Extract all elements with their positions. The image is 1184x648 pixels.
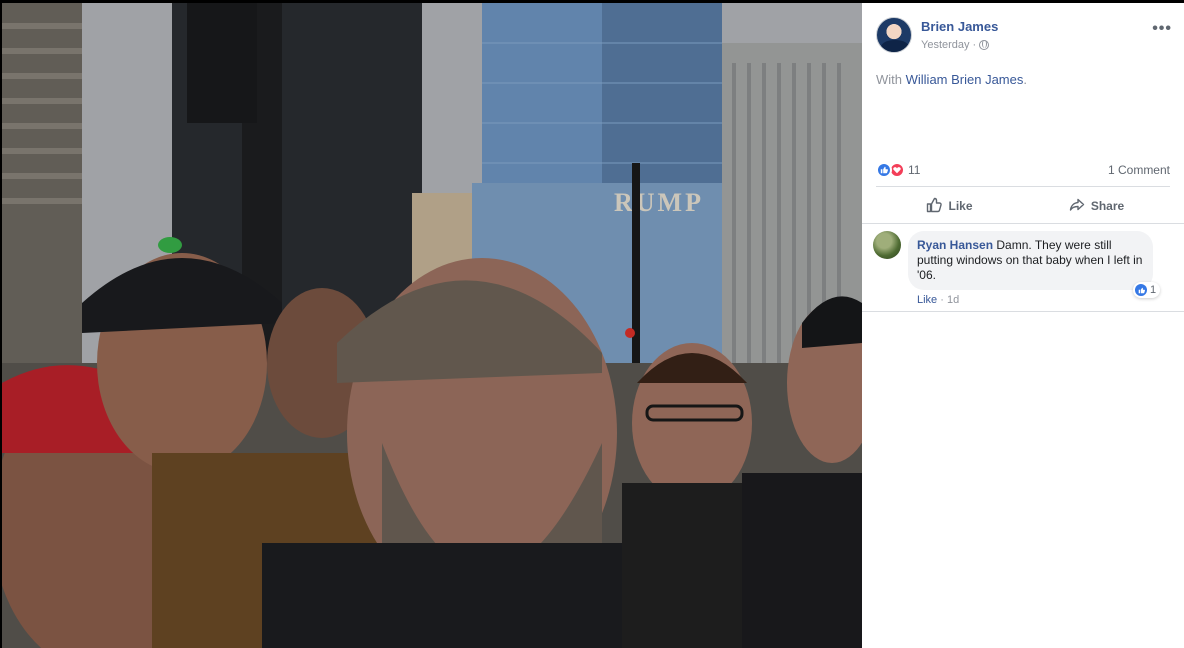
- comment-bubble: Ryan Hansen Damn. They were still puttin…: [908, 231, 1153, 290]
- more-icon[interactable]: •••: [1152, 20, 1172, 38]
- post-header: Brien James Yesterday · •••: [876, 17, 1172, 57]
- comment-actions: Like · 1d: [917, 294, 959, 306]
- thumbs-up-icon: [926, 197, 943, 216]
- reaction-icons[interactable]: [876, 162, 905, 178]
- tagged-line: With William Brien James.: [876, 72, 1027, 87]
- post-side-panel: Brien James Yesterday · ••• With William…: [862, 3, 1184, 648]
- post-actions: Like Share: [876, 192, 1170, 220]
- post-meta: Yesterday ·: [921, 39, 990, 51]
- commenter-name[interactable]: Ryan Hansen: [917, 238, 993, 252]
- author-avatar[interactable]: [876, 17, 912, 53]
- with-prefix: With: [876, 72, 902, 87]
- comment-count[interactable]: 1 Comment: [1108, 163, 1170, 177]
- share-button[interactable]: Share: [1023, 192, 1170, 220]
- like-reaction-icon: [1135, 284, 1147, 296]
- post-photo[interactable]: RUMP: [2, 3, 862, 648]
- divider: [862, 223, 1184, 224]
- reaction-count[interactable]: 11: [908, 163, 920, 177]
- comment-reaction-badge[interactable]: 1: [1133, 282, 1161, 298]
- post-time[interactable]: Yesterday: [921, 39, 970, 51]
- comment-separator: ·: [940, 294, 944, 306]
- divider: [862, 311, 1184, 312]
- tagged-suffix: .: [1023, 72, 1027, 87]
- author-name[interactable]: Brien James: [921, 19, 998, 34]
- share-button-label: Share: [1090, 199, 1125, 213]
- comment-like-link[interactable]: Like: [917, 294, 937, 306]
- comment-time[interactable]: 1d: [947, 294, 959, 306]
- globe-icon[interactable]: [979, 40, 990, 50]
- commenter-avatar[interactable]: [873, 231, 901, 259]
- comment-reaction-count: 1: [1150, 284, 1157, 296]
- divider: [876, 186, 1170, 187]
- like-reaction-icon: [876, 162, 892, 178]
- like-button-label: Like: [948, 199, 973, 213]
- tagged-user-link[interactable]: William Brien James: [906, 72, 1024, 87]
- reactions-bar: 11 1 Comment: [876, 160, 1170, 180]
- like-button[interactable]: Like: [876, 192, 1023, 220]
- comment-item: Ryan Hansen Damn. They were still puttin…: [873, 231, 1173, 306]
- share-icon: [1069, 197, 1085, 216]
- photo-scene: RUMP: [2, 3, 862, 648]
- meta-separator: ·: [972, 39, 977, 51]
